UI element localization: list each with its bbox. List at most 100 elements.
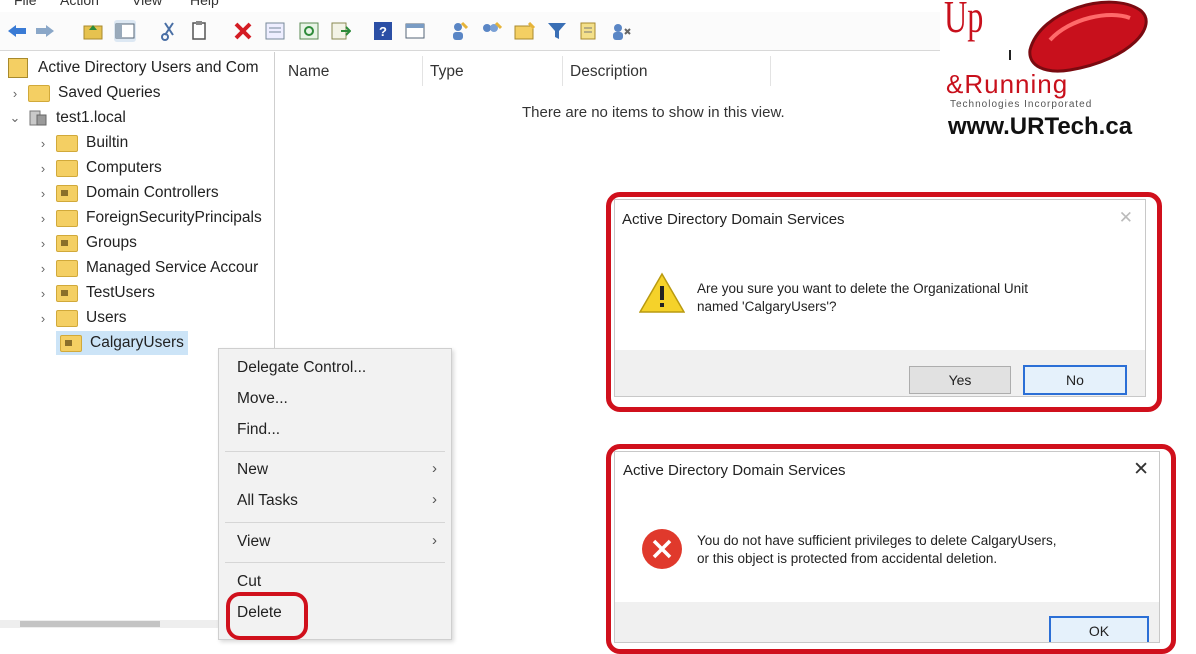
- chevron-right-icon[interactable]: ›: [36, 261, 50, 276]
- logo-company-text: Technologies Incorporated: [950, 99, 1093, 110]
- folder-icon: [28, 84, 50, 102]
- ou-folder-icon: [56, 234, 78, 252]
- no-button[interactable]: No: [1023, 365, 1127, 395]
- show-tree-icon[interactable]: [114, 20, 136, 42]
- chevron-right-icon[interactable]: ›: [36, 161, 50, 176]
- forward-icon[interactable]: [34, 20, 56, 42]
- find-icon[interactable]: [578, 20, 600, 42]
- menu-item-delegate-control[interactable]: Delegate Control...: [237, 359, 366, 377]
- chevron-down-icon[interactable]: ⌄: [8, 110, 22, 126]
- tree-item-calgaryusers[interactable]: CalgaryUsers: [56, 331, 188, 355]
- chevron-right-icon[interactable]: ›: [36, 186, 50, 201]
- warning-icon: [638, 272, 686, 318]
- folder-icon: [56, 134, 78, 152]
- tree-item-foreign-security-principals[interactable]: › ForeignSecurityPrincipals: [36, 206, 262, 230]
- tree-item-managed-service-accounts[interactable]: › Managed Service Accour: [36, 256, 258, 280]
- folder-icon: [56, 159, 78, 177]
- urtech-logo: Up &Running Technologies Incorporated ww…: [940, 0, 1196, 150]
- add-ou-icon[interactable]: [514, 20, 536, 42]
- column-header-description[interactable]: Description: [570, 63, 648, 81]
- tree-item-domain-controllers[interactable]: › Domain Controllers: [36, 181, 219, 205]
- column-header-name[interactable]: Name: [288, 63, 329, 81]
- toolbar: ?: [0, 12, 940, 51]
- delete-icon[interactable]: [232, 20, 254, 42]
- add-to-group-icon[interactable]: [610, 20, 632, 42]
- tree-item-label: Groups: [86, 234, 137, 251]
- chevron-right-icon[interactable]: ›: [8, 86, 22, 101]
- chevron-right-icon[interactable]: ›: [36, 211, 50, 226]
- column-divider[interactable]: [422, 56, 423, 86]
- menu-action[interactable]: Action: [60, 0, 99, 8]
- logo-up-text: Up: [944, 0, 984, 42]
- menu-separator: [225, 562, 445, 563]
- message-line: or this object is protected from acciden…: [697, 551, 998, 566]
- close-icon[interactable]: ✕: [1133, 458, 1149, 481]
- yes-button[interactable]: Yes: [909, 366, 1011, 394]
- submenu-arrow-icon: ›: [432, 491, 437, 508]
- delete-highlight-ring: [226, 592, 308, 640]
- ou-folder-icon: [56, 184, 78, 202]
- folder-icon: [56, 309, 78, 327]
- message-line: Are you sure you want to delete the Orga…: [697, 281, 1028, 296]
- menu-item-all-tasks[interactable]: All Tasks: [237, 492, 298, 510]
- properties-icon[interactable]: [264, 20, 286, 42]
- column-divider[interactable]: [562, 56, 563, 86]
- tree-root[interactable]: Active Directory Users and Com: [8, 56, 259, 80]
- cut-icon[interactable]: [158, 20, 180, 42]
- chevron-right-icon[interactable]: ›: [36, 286, 50, 301]
- tree-item-label: TestUsers: [86, 284, 155, 301]
- menu-separator: [225, 451, 445, 452]
- tree-item-saved-queries[interactable]: › Saved Queries: [8, 81, 161, 105]
- menu-item-new[interactable]: New: [237, 461, 268, 479]
- tree-item-groups[interactable]: › Groups: [36, 231, 137, 255]
- chevron-right-icon[interactable]: ›: [36, 236, 50, 251]
- menu-item-move[interactable]: Move...: [237, 390, 288, 408]
- tree-item-builtin[interactable]: › Builtin: [36, 131, 128, 155]
- message-line: named 'CalgaryUsers'?: [697, 299, 837, 314]
- tree-item-label: test1.local: [56, 109, 126, 126]
- up-folder-icon[interactable]: [82, 20, 104, 42]
- submenu-arrow-icon: ›: [432, 460, 437, 477]
- menu-view[interactable]: View: [132, 0, 162, 8]
- tree-item-computers[interactable]: › Computers: [36, 156, 162, 180]
- folder-icon: [56, 259, 78, 277]
- menu-item-find[interactable]: Find...: [237, 421, 280, 439]
- error-dialog: Active Directory Domain Services ✕ You d…: [614, 451, 1160, 643]
- filter-icon[interactable]: [546, 20, 568, 42]
- menu-item-view[interactable]: View: [237, 533, 270, 551]
- view-icon[interactable]: [404, 20, 426, 42]
- tree-item-domain[interactable]: ⌄ test1.local: [8, 106, 126, 130]
- tree-item-users[interactable]: › Users: [36, 306, 126, 330]
- export-icon[interactable]: [330, 20, 352, 42]
- menu-file[interactable]: File: [14, 0, 37, 8]
- folder-icon: [56, 209, 78, 227]
- refresh-icon[interactable]: [298, 20, 320, 42]
- back-icon[interactable]: [6, 20, 28, 42]
- tree-item-label: ForeignSecurityPrincipals: [86, 209, 262, 226]
- add-user-icon[interactable]: [448, 20, 470, 42]
- chevron-right-icon[interactable]: ›: [36, 311, 50, 326]
- menu-help[interactable]: Help: [190, 0, 219, 8]
- add-group-icon[interactable]: [480, 20, 502, 42]
- dialog-title: Active Directory Domain Services: [623, 462, 846, 479]
- chevron-right-icon[interactable]: ›: [36, 136, 50, 151]
- tree-root-label: Active Directory Users and Com: [38, 59, 259, 76]
- tree-item-label: Managed Service Accour: [86, 259, 259, 276]
- snapin-icon: [8, 58, 28, 78]
- ou-folder-icon: [60, 334, 82, 352]
- message-line: You do not have sufficient privileges to…: [697, 533, 1057, 548]
- close-icon[interactable]: ✕: [1119, 208, 1133, 228]
- column-header-type[interactable]: Type: [430, 63, 464, 81]
- tree-item-label: Users: [86, 309, 127, 326]
- scrollbar-thumb[interactable]: [20, 621, 160, 627]
- empty-list-message: There are no items to show in this view.: [522, 104, 785, 121]
- tree-item-label: CalgaryUsers: [90, 334, 184, 351]
- menu-item-cut[interactable]: Cut: [237, 573, 261, 591]
- tree-item-testusers[interactable]: › TestUsers: [36, 281, 155, 305]
- copy-icon[interactable]: [188, 20, 210, 42]
- tree-item-label: Saved Queries: [58, 84, 161, 101]
- ok-button[interactable]: OK: [1049, 616, 1149, 642]
- column-divider[interactable]: [770, 56, 771, 86]
- help-icon[interactable]: ?: [372, 20, 394, 42]
- tree-item-label: Domain Controllers: [86, 184, 219, 201]
